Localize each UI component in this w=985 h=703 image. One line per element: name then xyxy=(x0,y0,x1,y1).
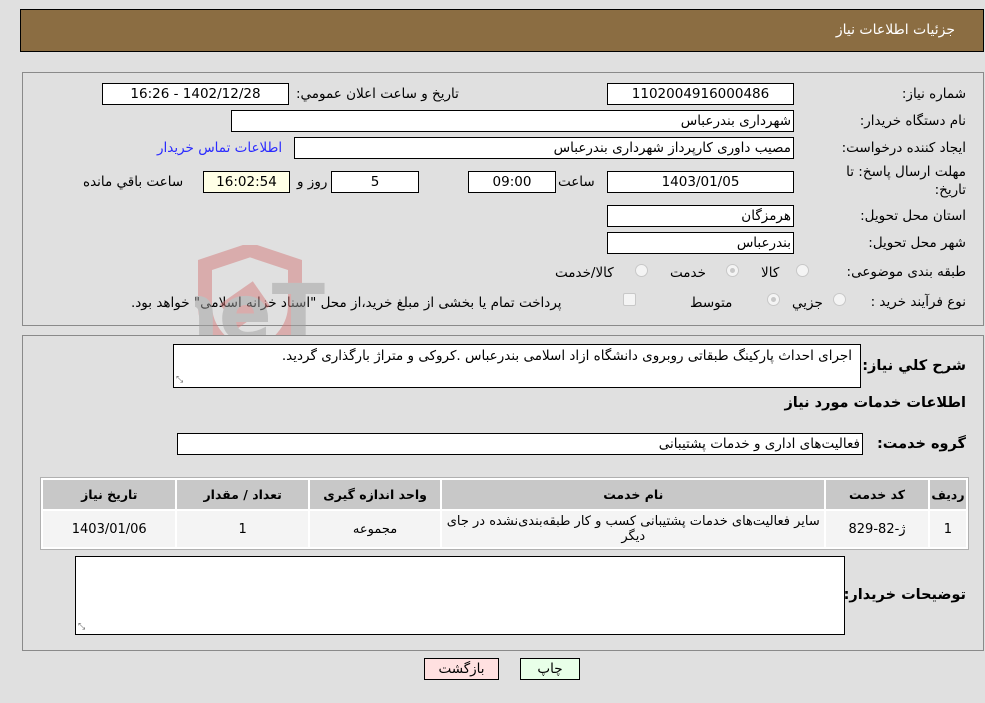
deadline-label-date: تاریخ: xyxy=(934,182,966,198)
back-button[interactable]: بازگشت xyxy=(424,658,499,680)
row-index: 1 xyxy=(929,511,966,547)
description-text: اجرای احداث پارکینگ طبقاتی روبروی دانشگا… xyxy=(281,348,852,364)
table-row: 1 ژ-82-829 سایر فعالیت‌های خدمات پشتیبان… xyxy=(43,511,966,547)
deadline-label: مهلت ارسال پاسخ: تا xyxy=(846,164,966,180)
category-service-label: خدمت xyxy=(670,265,706,281)
page-header: جزئیات اطلاعات نیاز xyxy=(20,9,984,52)
category-goods-service-radio[interactable] xyxy=(635,264,648,277)
creator-label: ایجاد کننده درخواست: xyxy=(841,140,966,156)
buyer-contact-link[interactable]: اطلاعات تماس خریدار xyxy=(157,140,282,156)
description-label: شرح کلي نیاز: xyxy=(862,358,966,374)
treasury-checkbox[interactable] xyxy=(623,293,636,306)
category-label: طبقه بندی موضوعی: xyxy=(846,264,966,280)
page-title: جزئیات اطلاعات نیاز xyxy=(835,22,955,38)
process-medium-label: متوسط xyxy=(690,295,733,311)
resize-grip-icon[interactable]: ⤡ xyxy=(78,623,85,632)
col-index: ردیف xyxy=(929,480,966,509)
service-group-label: گروه خدمت: xyxy=(876,436,966,452)
treasury-note: پرداخت تمام یا بخشی از مبلغ خرید،از محل … xyxy=(131,295,562,311)
need-details-panel: شماره نیاز: 1102004916000486 تاریخ و ساع… xyxy=(22,72,984,326)
row-service-name: سایر فعالیت‌های خدمات پشتیبانی کسب و کار… xyxy=(442,511,825,547)
creator-field: مصیب داوری کارپرداز شهرداری بندرعباس xyxy=(294,137,794,159)
days-label: روز و xyxy=(297,174,328,190)
description-services-panel: شرح کلي نیاز: اجرای احداث پارکینگ طبقاتی… xyxy=(22,335,984,651)
category-goods-service-label: کالا/خدمت xyxy=(555,265,614,281)
need-number-field: 1102004916000486 xyxy=(607,83,794,105)
city-label: شهر محل تحویل: xyxy=(868,235,966,251)
remaining-time-field: 16:02:54 xyxy=(203,171,290,193)
province-field: هرمزگان xyxy=(607,205,794,227)
deadline-time-field: 09:00 xyxy=(468,171,556,193)
category-goods-label: کالا xyxy=(761,265,780,281)
deadline-time-label: ساعت xyxy=(558,174,595,190)
city-field: بندرعباس xyxy=(607,232,794,254)
process-minor-radio[interactable] xyxy=(833,293,846,306)
description-textarea[interactable]: اجرای احداث پارکینگ طبقاتی روبروی دانشگا… xyxy=(173,344,861,388)
row-code: ژ-82-829 xyxy=(826,511,928,547)
need-number-label: شماره نیاز: xyxy=(901,86,966,102)
buyer-notes-textarea[interactable]: ⤡ xyxy=(75,556,845,635)
services-table: ردیف کد خدمت نام خدمت واحد اندازه گیری ت… xyxy=(40,477,969,550)
buyer-org-label: نام دستگاه خریدار: xyxy=(859,113,966,129)
remaining-days-field: 5 xyxy=(331,171,419,193)
category-goods-radio[interactable] xyxy=(796,264,809,277)
print-button[interactable]: چاپ xyxy=(520,658,580,680)
process-minor-label: جزیي xyxy=(792,295,823,311)
process-medium-radio[interactable] xyxy=(767,293,780,306)
service-group-field: فعالیت‌های اداری و خدمات پشتیبانی xyxy=(177,433,863,455)
deadline-date-field: 1403/01/05 xyxy=(607,171,794,193)
row-quantity: 1 xyxy=(177,511,308,547)
col-unit: واحد اندازه گیری xyxy=(309,480,441,509)
announce-datetime-field: 1402/12/28 - 16:26 xyxy=(102,83,289,105)
announce-label: تاریخ و ساعت اعلان عمومي: xyxy=(296,86,459,102)
category-service-radio[interactable] xyxy=(726,264,739,277)
row-date: 1403/01/06 xyxy=(43,511,176,547)
col-date: تاریخ نیاز xyxy=(43,480,176,509)
col-name: نام خدمت xyxy=(442,480,825,509)
row-unit: مجموعه xyxy=(309,511,441,547)
buyer-notes-label: توضیحات خریدار: xyxy=(843,587,966,603)
province-label: استان محل تحویل: xyxy=(860,208,966,224)
buyer-org-field: شهرداری بندرعباس xyxy=(231,110,794,132)
col-quantity: تعداد / مقدار xyxy=(177,480,308,509)
remaining-time-label: ساعت باقي مانده xyxy=(83,174,184,190)
services-section-title: اطلاعات خدمات مورد نیاز xyxy=(784,395,966,411)
resize-grip-icon[interactable]: ⤡ xyxy=(176,376,183,385)
col-code: کد خدمت xyxy=(826,480,928,509)
services-table-header: ردیف کد خدمت نام خدمت واحد اندازه گیری ت… xyxy=(43,480,966,509)
process-label: نوع فرآیند خرید : xyxy=(870,294,966,310)
